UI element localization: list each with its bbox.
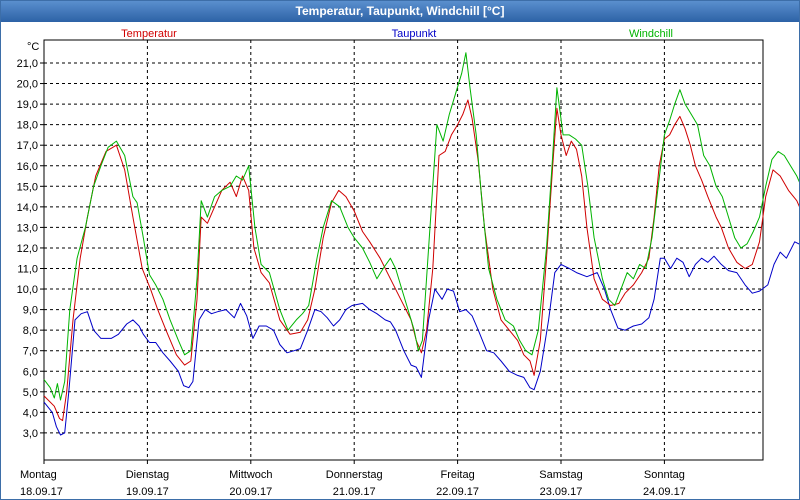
legend-taupunkt: Taupunkt bbox=[392, 28, 437, 40]
y-tick-label: 9,0 bbox=[23, 305, 38, 317]
y-tick-label: 15,0 bbox=[17, 181, 38, 193]
x-tick-day: Sonntag bbox=[644, 469, 685, 481]
x-tick-date: 21.09.17 bbox=[333, 486, 376, 498]
y-tick-label: 4,0 bbox=[23, 407, 38, 419]
y-tick-label: 14,0 bbox=[17, 202, 38, 214]
legend-temperatur: Temperatur bbox=[121, 28, 177, 40]
y-tick-label: 17,0 bbox=[17, 140, 38, 152]
y-tick-label: 16,0 bbox=[17, 161, 38, 173]
x-tick-date: 20.09.17 bbox=[229, 486, 272, 498]
y-axis-label: °C bbox=[27, 41, 39, 53]
x-tick-date: 24.09.17 bbox=[643, 486, 686, 498]
x-tick-day: Montag bbox=[20, 469, 57, 481]
x-tick-date: 23.09.17 bbox=[540, 486, 583, 498]
y-tick-label: 7,0 bbox=[23, 346, 38, 358]
y-tick-label: 19,0 bbox=[17, 99, 38, 111]
legend: Temperatur Taupunkt Windchill bbox=[121, 28, 673, 40]
y-tick-label: 10,0 bbox=[17, 284, 38, 296]
y-tick-label: 12,0 bbox=[17, 243, 38, 255]
window-title: Temperatur, Taupunkt, Windchill [°C] bbox=[1, 1, 799, 22]
x-axis: Montag 18.09.17 Dienstag 19.09.17 Mittwoch 20… bbox=[20, 460, 686, 498]
x-tick-date: 22.09.17 bbox=[436, 486, 479, 498]
x-tick-day: Donnerstag bbox=[326, 469, 383, 481]
y-tick-label: 8,0 bbox=[23, 325, 38, 337]
x-tick-day: Freitag bbox=[440, 469, 474, 481]
chart: 3,0 4,0 5,0 6,0 7,0 8,0 9,0 10,0 11,0 12,0 13,0 14,… bbox=[17, 28, 799, 498]
x-tick-day: Dienstag bbox=[126, 469, 169, 481]
x-tick-date: 19.09.17 bbox=[126, 486, 169, 498]
x-tick-day: Mittwoch bbox=[229, 469, 272, 481]
x-tick-day: Samstag bbox=[539, 469, 582, 481]
y-axis: 3,0 4,0 5,0 6,0 7,0 8,0 9,0 10,0 11,0 12,0 13,0 14,… bbox=[17, 58, 44, 440]
plot-area bbox=[43, 39, 764, 461]
y-tick-label: 3,0 bbox=[23, 428, 38, 440]
x-tick-date: 18.09.17 bbox=[20, 486, 63, 498]
chart-window: Temperatur, Taupunkt, Windchill [°C] 3,0… bbox=[0, 0, 800, 500]
y-tick-label: 20,0 bbox=[17, 79, 38, 91]
y-tick-label: 6,0 bbox=[23, 366, 38, 378]
y-tick-label: 11,0 bbox=[17, 264, 38, 276]
y-tick-label: 5,0 bbox=[23, 387, 38, 399]
y-tick-label: 21,0 bbox=[17, 58, 38, 70]
y-tick-label: 13,0 bbox=[17, 222, 38, 234]
legend-windchill: Windchill bbox=[629, 28, 673, 40]
y-tick-label: 18,0 bbox=[17, 120, 38, 132]
